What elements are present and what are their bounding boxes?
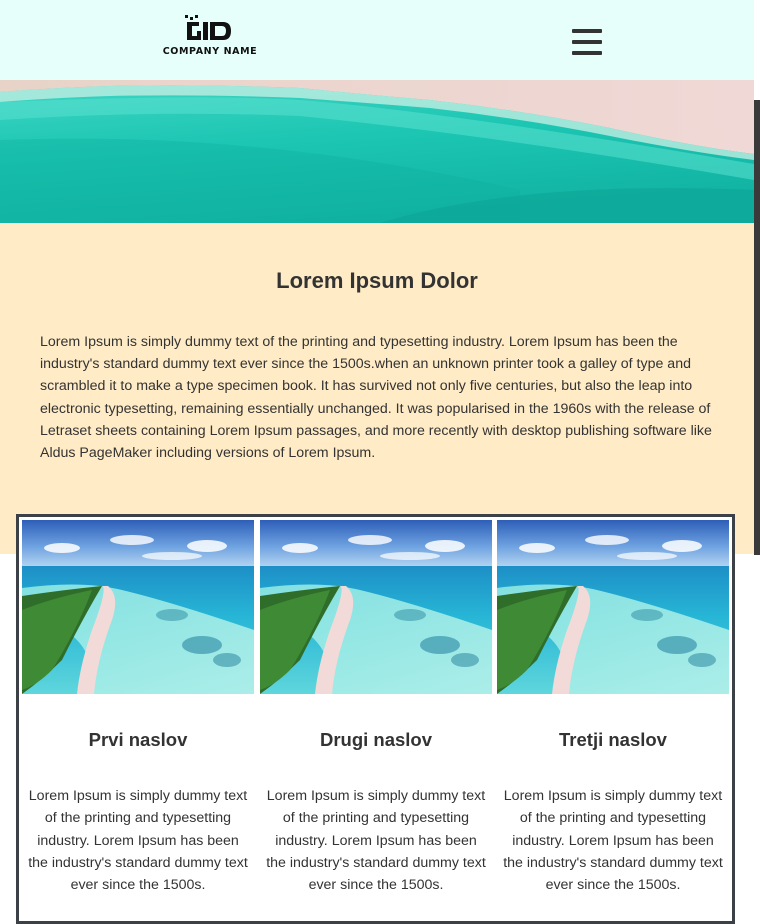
card-text: Lorem Ipsum is simply dummy text of the … [266,788,486,894]
scrollbar-thumb[interactable] [754,100,760,555]
hero-beach-image [0,80,754,223]
card-title: Tretji naslov [559,729,667,750]
company-logo[interactable]: COMPANY NAME [150,14,270,60]
card-image [22,520,254,694]
card-image [260,520,492,694]
menu-bar [572,29,602,33]
menu-bar [572,40,602,44]
menu-bar [572,51,602,55]
card-tretji[interactable]: Tretji naslov Lorem Ipsum is simply dumm… [497,520,729,916]
hamburger-menu-icon[interactable] [572,29,602,56]
card-text: Lorem Ipsum is simply dummy text of the … [28,788,248,894]
card-drugi[interactable]: Drugi naslov Lorem Ipsum is simply dummy… [260,520,492,916]
card-title: Drugi naslov [319,729,433,750]
intro-text: Lorem Ipsum is simply dummy text of the … [40,334,712,462]
cards-container: Prvi naslov Lorem Ipsum is simply dummy … [16,514,735,924]
card-image [497,520,729,694]
intro-title: Lorem Ipsum Dolor [276,268,478,293]
card-text: Lorem Ipsum is simply dummy text of the … [503,788,723,894]
card-prvi[interactable]: Prvi naslov Lorem Ipsum is simply dummy … [22,520,254,916]
site-header: COMPANY NAME [0,0,754,80]
company-logo-icon [185,15,231,40]
intro-section: Lorem Ipsum Dolor Lorem Ipsum is simply … [0,223,754,554]
page: COMPANY NAME Lorem Ipsum Dolor Lorem Ips… [0,0,760,924]
company-name: COMPANY NAME [162,46,258,57]
card-title: Prvi naslov [88,729,188,750]
